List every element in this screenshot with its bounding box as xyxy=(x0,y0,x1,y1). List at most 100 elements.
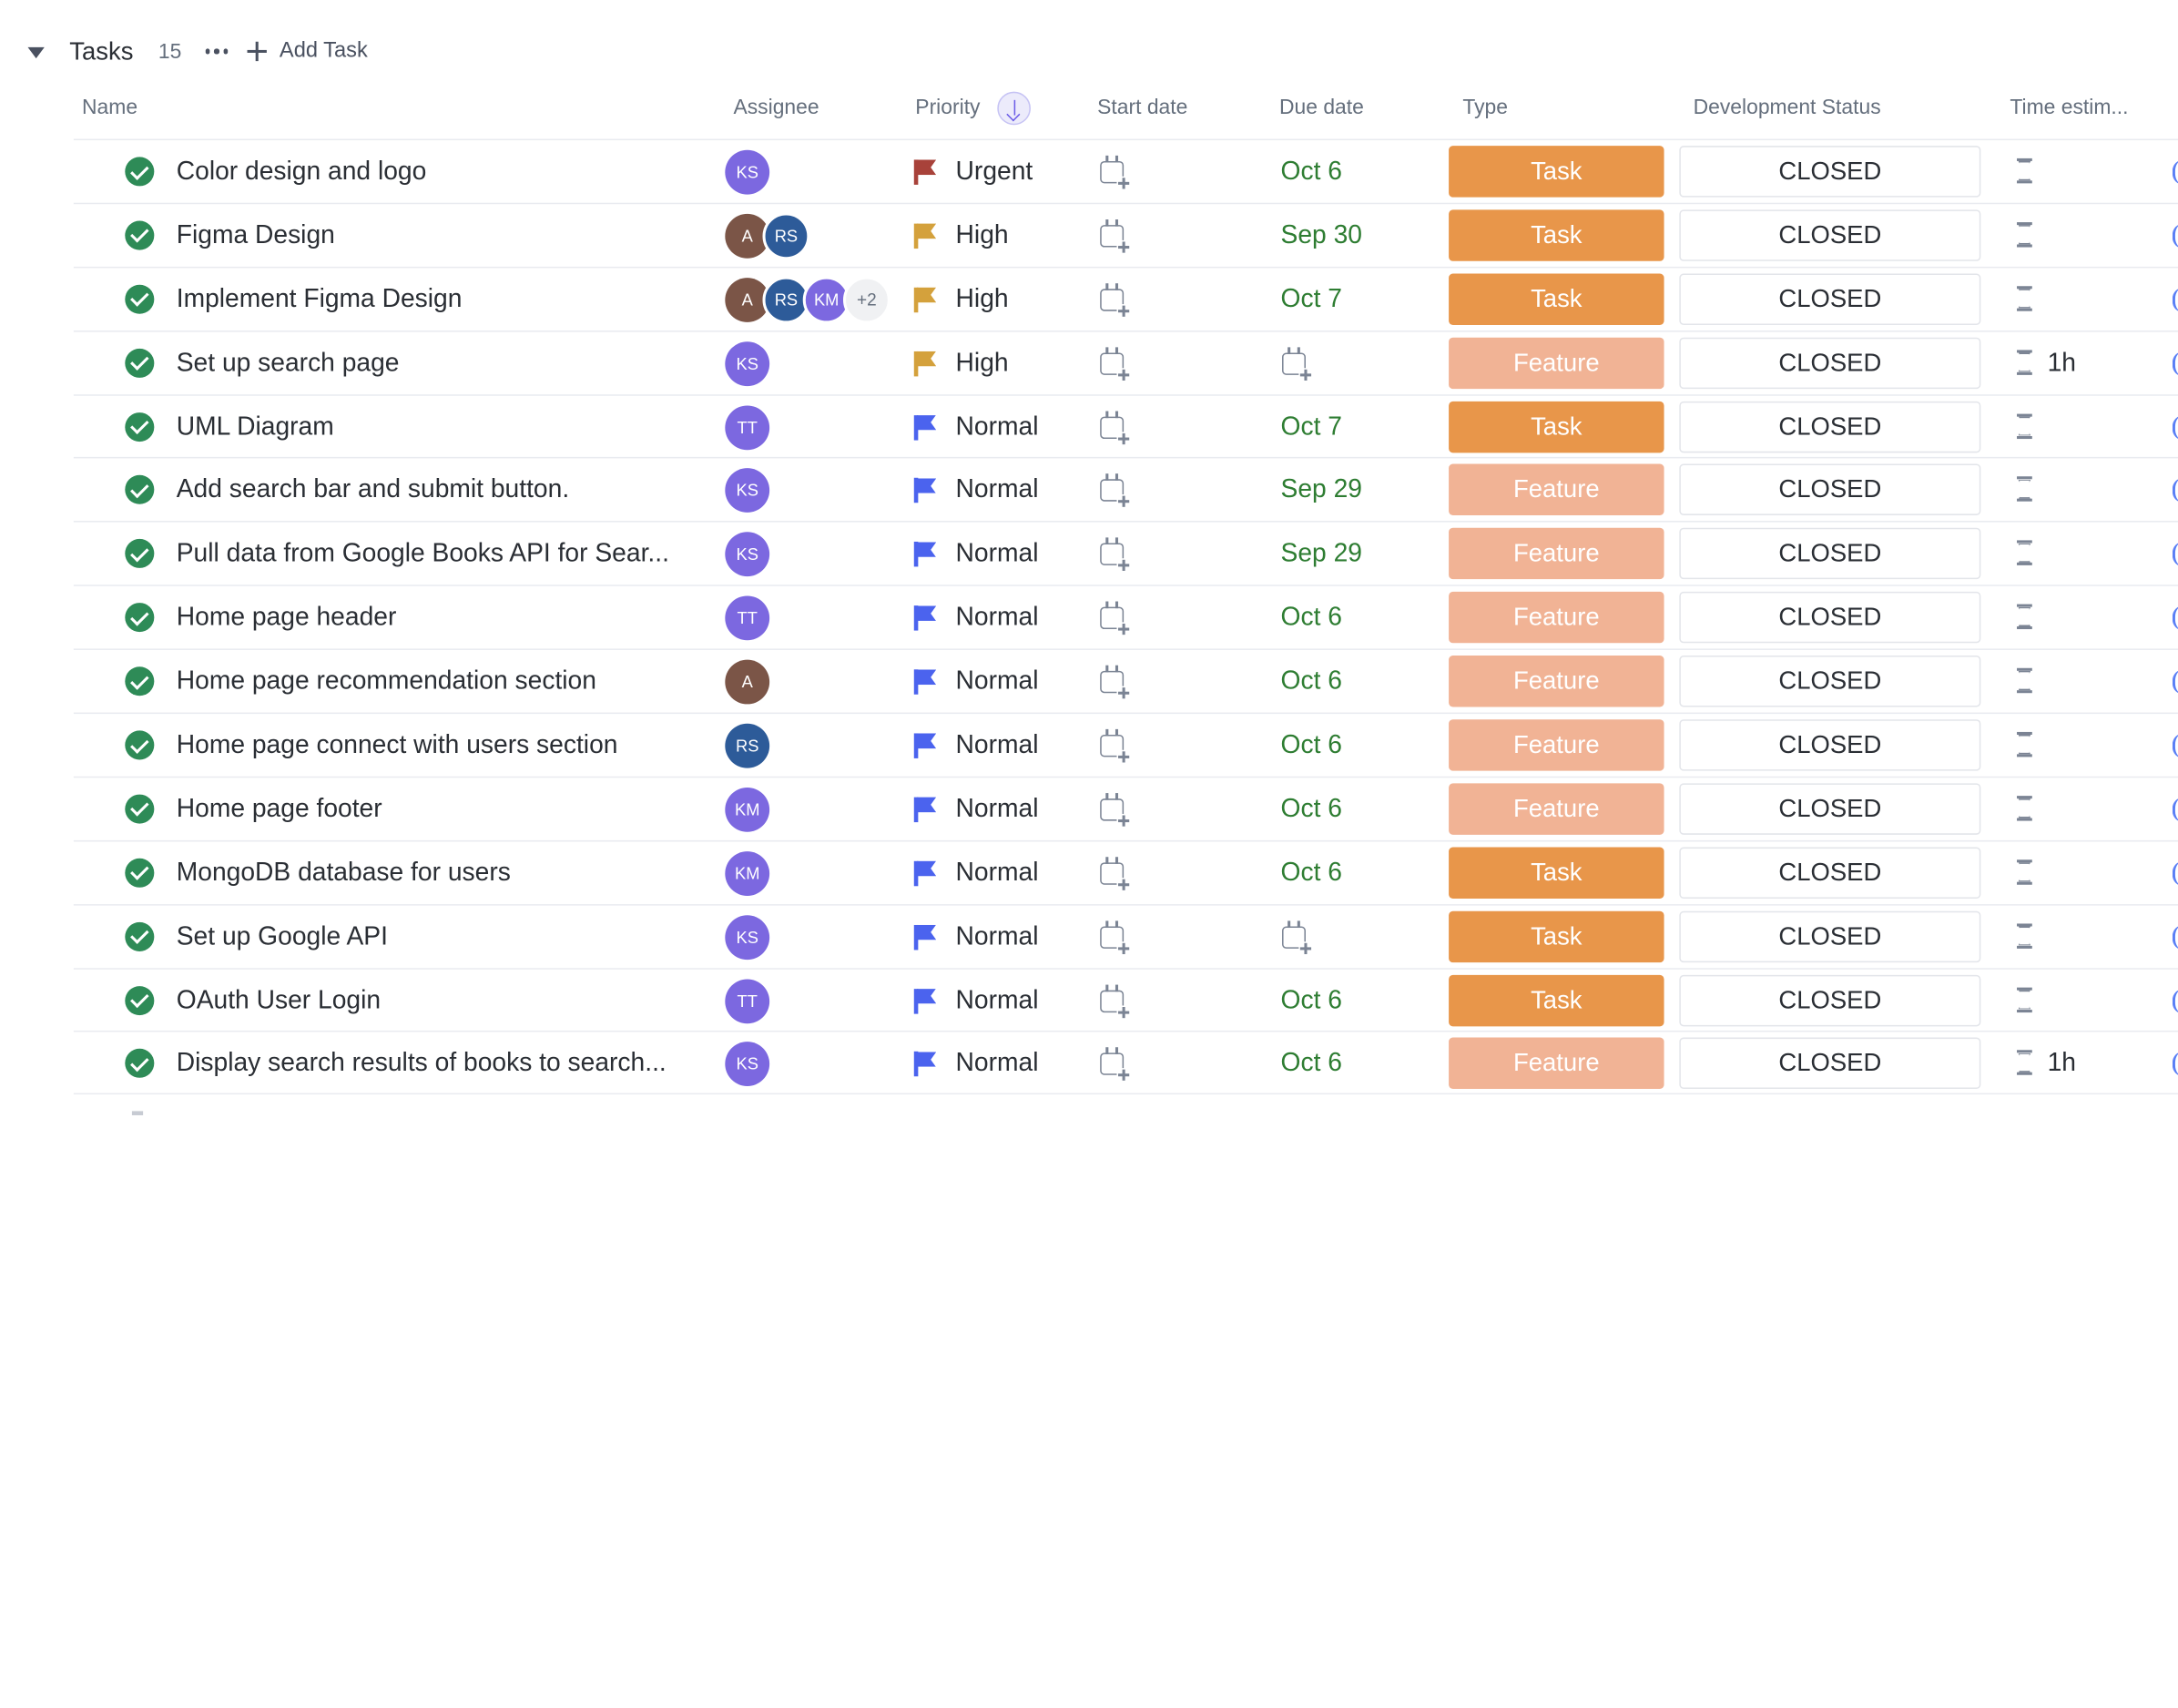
due-date[interactable]: Oct 6 xyxy=(1281,857,1342,888)
due-date[interactable]: Oct 7 xyxy=(1281,283,1342,314)
avatar[interactable]: TT xyxy=(725,404,770,450)
priority-flag-icon[interactable] xyxy=(913,797,937,822)
development-status-badge[interactable]: CLOSED xyxy=(1679,719,1981,771)
status-complete-icon[interactable] xyxy=(125,412,155,442)
avatar[interactable]: TT xyxy=(725,978,770,1023)
status-complete-icon[interactable] xyxy=(125,539,155,569)
avatar[interactable]: KS xyxy=(725,914,770,960)
time-estimate[interactable]: 1h xyxy=(2048,1048,2076,1079)
hourglass-icon[interactable] xyxy=(2017,604,2032,630)
table-row[interactable]: OAuth User Login TT Normal Oct 6 Task CLOSED xyxy=(73,967,2178,1032)
add-due-date-calendar-icon[interactable] xyxy=(1282,920,1313,956)
assignee-group[interactable]: TT xyxy=(725,595,770,641)
status-complete-icon[interactable] xyxy=(125,157,155,187)
table-row[interactable]: Set up Google API KS Normal Task CLOSED xyxy=(73,903,2178,968)
column-header-start-date[interactable]: Start date xyxy=(1097,96,1187,119)
priority-flag-icon[interactable] xyxy=(913,223,937,249)
table-row[interactable]: Pull data from Google Books API for Sear… xyxy=(73,521,2178,585)
add-start-date-calendar-icon[interactable] xyxy=(1100,728,1131,765)
task-name[interactable]: Implement Figma Design xyxy=(177,283,463,314)
more-options-icon[interactable] xyxy=(205,37,229,66)
hourglass-icon[interactable] xyxy=(2017,731,2032,757)
priority-label[interactable]: High xyxy=(956,283,1009,314)
type-badge[interactable]: Task xyxy=(1449,273,1664,325)
hourglass-icon[interactable] xyxy=(2017,158,2032,184)
due-date[interactable]: Oct 6 xyxy=(1281,793,1342,824)
due-date[interactable]: Sep 30 xyxy=(1281,219,1362,250)
type-badge[interactable]: Feature xyxy=(1449,1038,1664,1090)
due-date[interactable]: Oct 6 xyxy=(1281,156,1342,187)
table-row[interactable]: Color design and logo KS Urgent Oct 6 Task CL… xyxy=(73,138,2178,203)
type-badge[interactable]: Feature xyxy=(1449,783,1664,835)
due-date[interactable]: Oct 6 xyxy=(1281,984,1342,1015)
priority-label[interactable]: Urgent xyxy=(956,156,1033,187)
add-start-date-calendar-icon[interactable] xyxy=(1100,219,1131,254)
due-date[interactable]: Oct 6 xyxy=(1281,666,1342,696)
assignee-group[interactable]: KS xyxy=(725,341,770,386)
column-header-priority[interactable]: Priority xyxy=(915,96,980,119)
priority-flag-icon[interactable] xyxy=(913,542,937,567)
development-status-badge[interactable]: CLOSED xyxy=(1679,209,1981,261)
avatar[interactable]: KS xyxy=(725,532,770,577)
hourglass-icon[interactable] xyxy=(2017,349,2032,375)
due-date[interactable]: Sep 29 xyxy=(1281,538,1362,569)
due-date[interactable]: Oct 7 xyxy=(1281,411,1342,442)
status-complete-icon[interactable] xyxy=(125,475,155,505)
assignee-group[interactable]: KS xyxy=(725,468,770,513)
column-header-development-status[interactable]: Development Status xyxy=(1694,96,1881,119)
priority-flag-icon[interactable] xyxy=(913,351,937,376)
avatar[interactable]: RS xyxy=(725,723,770,768)
hourglass-icon[interactable] xyxy=(2017,476,2032,503)
assignee-group[interactable]: A xyxy=(725,659,770,705)
add-start-date-calendar-icon[interactable] xyxy=(1100,473,1131,510)
task-name[interactable]: MongoDB database for users xyxy=(177,857,511,888)
column-header-type[interactable]: Type xyxy=(1462,96,1508,119)
column-header-time-estimate[interactable]: Time estim... xyxy=(2010,96,2128,119)
hourglass-icon[interactable] xyxy=(2017,667,2032,694)
status-complete-icon[interactable] xyxy=(125,284,155,314)
due-date[interactable]: Oct 6 xyxy=(1281,1048,1342,1079)
avatar[interactable]: KS xyxy=(725,149,770,195)
status-complete-icon[interactable] xyxy=(125,985,155,1015)
task-name[interactable]: OAuth User Login xyxy=(177,984,381,1015)
priority-label[interactable]: Normal xyxy=(956,1048,1039,1079)
status-complete-icon[interactable] xyxy=(125,603,155,633)
type-badge[interactable]: Feature xyxy=(1449,337,1664,389)
table-row[interactable]: Implement Figma Design A RS KM +2 High Oct 7 Ta… xyxy=(73,266,2178,330)
column-header-name[interactable]: Name xyxy=(82,96,137,119)
table-row[interactable]: Home page connect with users section RS No… xyxy=(73,712,2178,777)
type-badge[interactable]: Feature xyxy=(1449,719,1664,771)
status-complete-icon[interactable] xyxy=(125,730,155,760)
sort-descending-icon[interactable] xyxy=(997,91,1031,126)
column-header-assignee[interactable]: Assignee xyxy=(733,96,819,119)
task-name[interactable]: UML Diagram xyxy=(177,411,334,442)
assignee-group[interactable]: KM xyxy=(725,787,770,832)
hourglass-icon[interactable] xyxy=(2017,412,2032,439)
priority-label[interactable]: Normal xyxy=(956,538,1039,569)
hourglass-icon[interactable] xyxy=(2017,1050,2032,1076)
assignee-group[interactable]: KM xyxy=(725,850,770,896)
priority-flag-icon[interactable] xyxy=(913,669,937,695)
add-start-date-calendar-icon[interactable] xyxy=(1100,856,1131,892)
avatar[interactable]: KM xyxy=(725,850,770,896)
table-row[interactable]: Display search results of books to searc… xyxy=(73,1031,2178,1095)
development-status-badge[interactable]: CLOSED xyxy=(1679,401,1981,452)
priority-flag-icon[interactable] xyxy=(913,287,937,312)
add-start-date-calendar-icon[interactable] xyxy=(1100,1047,1131,1083)
development-status-badge[interactable]: CLOSED xyxy=(1679,273,1981,325)
priority-flag-icon[interactable] xyxy=(913,1052,937,1077)
add-start-date-calendar-icon[interactable] xyxy=(1100,155,1131,190)
task-name[interactable]: Add search bar and submit button. xyxy=(177,474,569,505)
type-badge[interactable]: Task xyxy=(1449,209,1664,261)
table-row[interactable]: Home page footer KM Normal Oct 6 Feature CLOS… xyxy=(73,776,2178,840)
priority-flag-icon[interactable] xyxy=(913,605,937,631)
type-badge[interactable]: Task xyxy=(1449,974,1664,1026)
task-name[interactable]: Home page header xyxy=(177,602,397,633)
add-start-date-calendar-icon[interactable] xyxy=(1100,410,1131,446)
priority-flag-icon[interactable] xyxy=(913,860,937,886)
task-name[interactable]: Display search results of books to searc… xyxy=(177,1048,667,1079)
add-due-date-calendar-icon[interactable] xyxy=(1282,346,1313,382)
table-row[interactable]: MongoDB database for users KM Normal Oct 6 T… xyxy=(73,839,2178,904)
development-status-badge[interactable]: CLOSED xyxy=(1679,464,1981,516)
status-complete-icon[interactable] xyxy=(125,1049,155,1079)
